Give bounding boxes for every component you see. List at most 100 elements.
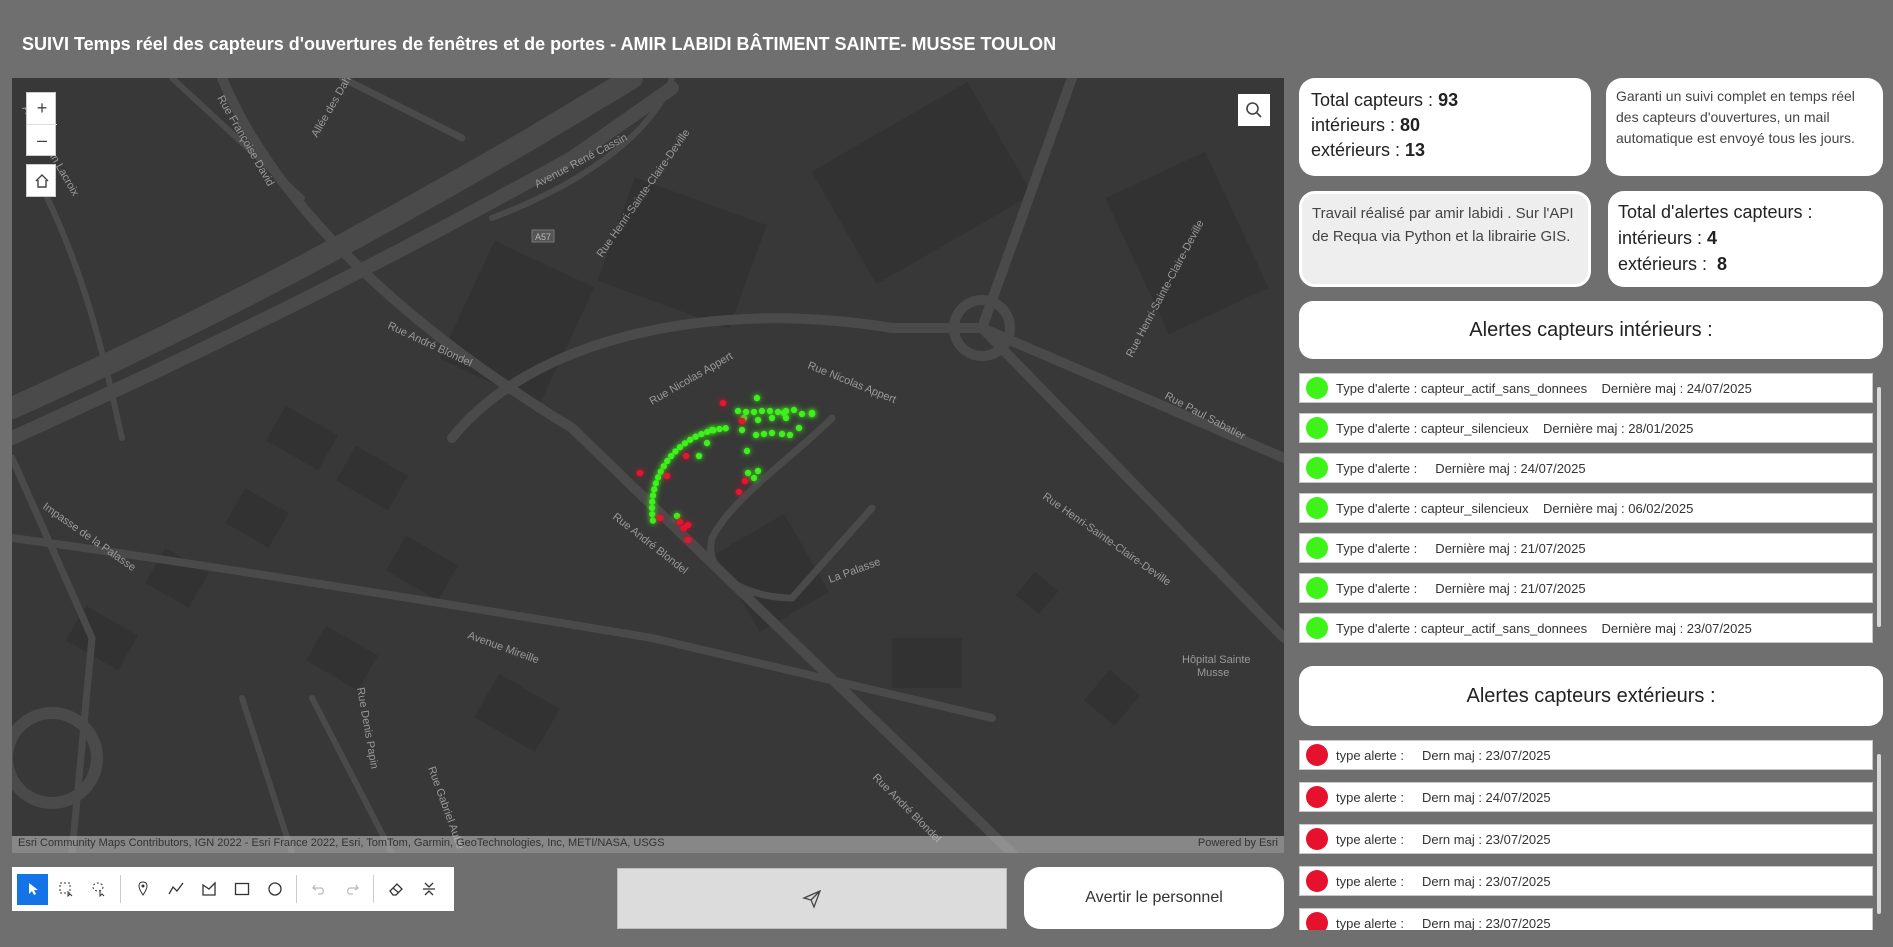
- eraser-tool[interactable]: [380, 874, 411, 905]
- sensor-ok-point[interactable]: [752, 431, 760, 439]
- sensor-ok-point[interactable]: [652, 480, 660, 487]
- sensor-alert-point[interactable]: [663, 472, 671, 480]
- sensor-ok-point[interactable]: [703, 439, 711, 447]
- sensor-ok-point[interactable]: [708, 426, 716, 434]
- sensor-ok-point[interactable]: [753, 394, 761, 402]
- sensor-ok-point[interactable]: [790, 406, 798, 414]
- sensor-alert-point[interactable]: [741, 477, 749, 485]
- sensor-ok-point[interactable]: [795, 424, 803, 432]
- interior-label: intérieurs :: [1311, 115, 1401, 135]
- sensor-ok-point[interactable]: [649, 511, 656, 518]
- alert-row[interactable]: Type d'alerte : capteur_actif_sans_donne…: [1299, 613, 1873, 643]
- sensor-ok-point[interactable]: [808, 410, 816, 418]
- sensor-ok-point[interactable]: [734, 407, 742, 415]
- sensor-ok-point[interactable]: [692, 433, 699, 440]
- sensor-ok-point[interactable]: [722, 425, 729, 432]
- sensor-ok-point[interactable]: [716, 425, 723, 433]
- alert-row[interactable]: type alerte : Dern maj : 23/07/2025: [1299, 866, 1873, 896]
- redo-tool[interactable]: [336, 874, 367, 905]
- sensor-alert-point[interactable]: [684, 521, 692, 529]
- polyline-tool[interactable]: [160, 874, 191, 905]
- sensor-ok-point[interactable]: [760, 430, 768, 438]
- alert-row[interactable]: Type d'alerte : capteur_silencieux Derni…: [1299, 413, 1873, 443]
- sensor-ok-point[interactable]: [780, 409, 788, 417]
- rectangle-select-tool[interactable]: [50, 874, 81, 905]
- alert-row[interactable]: Type d'alerte : Dernière maj : 24/07/202…: [1299, 453, 1873, 483]
- collapse-tool[interactable]: [413, 874, 444, 905]
- sensor-alert-point[interactable]: [735, 488, 743, 496]
- sensor-ok-point[interactable]: [649, 517, 657, 524]
- alert-row-text: type alerte : Dern maj : 24/07/2025: [1336, 789, 1551, 805]
- sensor-ok-point[interactable]: [649, 492, 657, 499]
- sensor-alert-point[interactable]: [656, 514, 664, 522]
- warn-staff-button[interactable]: Avertir le personnel: [1024, 867, 1284, 929]
- search-button[interactable]: [1238, 94, 1270, 126]
- sensor-ok-point[interactable]: [660, 463, 667, 470]
- sensor-ok-point[interactable]: [786, 431, 794, 439]
- sensor-ok-point[interactable]: [750, 408, 758, 416]
- alert-row[interactable]: Type d'alerte : Dernière maj : 21/07/202…: [1299, 573, 1873, 603]
- zoom-out-button[interactable]: –: [27, 124, 57, 155]
- home-button[interactable]: [27, 165, 57, 196]
- sensor-ok-point[interactable]: [768, 414, 776, 422]
- sensor-ok-point[interactable]: [754, 416, 762, 424]
- sensor-ok-point[interactable]: [744, 469, 752, 477]
- lasso-select-tool[interactable]: [83, 874, 114, 905]
- sensor-ok-point[interactable]: [743, 447, 751, 455]
- sensor-ok-point[interactable]: [657, 468, 664, 475]
- alert-row[interactable]: type alerte : Dern maj : 24/07/2025: [1299, 782, 1873, 812]
- send-button[interactable]: [617, 868, 1007, 929]
- sensor-ok-point[interactable]: [738, 426, 746, 434]
- sensor-ok-point[interactable]: [798, 410, 806, 418]
- alert-row[interactable]: Type d'alerte : capteur_actif_sans_donne…: [1299, 373, 1873, 403]
- select-pointer-tool[interactable]: [17, 873, 48, 905]
- redo-icon: [346, 884, 359, 895]
- exterior-alerts-list[interactable]: type alerte : Dern maj : 23/07/2025 type …: [1299, 740, 1883, 930]
- sensor-ok-point[interactable]: [768, 429, 776, 437]
- scrollbar[interactable]: [1875, 740, 1883, 930]
- sensor-ok-point[interactable]: [778, 430, 786, 438]
- lasso-select-icon: [92, 882, 104, 897]
- sensor-alert-point[interactable]: [719, 399, 727, 407]
- alert-row[interactable]: Type d'alerte : capteur_silencieux Derni…: [1299, 493, 1873, 523]
- alert-exterior-value: 8: [1717, 254, 1728, 274]
- sensor-ok-point[interactable]: [750, 474, 758, 482]
- sensor-layer[interactable]: [12, 78, 1284, 853]
- circle-tool[interactable]: [259, 874, 290, 905]
- sensor-alert-point[interactable]: [682, 452, 690, 460]
- powered-by-link[interactable]: Powered by Esri: [1198, 837, 1278, 852]
- sensor-ok-point[interactable]: [649, 498, 656, 505]
- alert-row[interactable]: type alerte : Dern maj : 23/07/2025: [1299, 824, 1873, 854]
- sensor-alert-point[interactable]: [676, 518, 684, 526]
- map-view[interactable]: Avenue René Cassin Rue Henri-Sainte-Clai…: [12, 78, 1284, 853]
- sensor-ok-point[interactable]: [648, 504, 656, 512]
- sensor-ok-point[interactable]: [774, 408, 782, 416]
- sensor-ok-point[interactable]: [687, 436, 694, 443]
- alert-row-text: Type d'alerte : Dernière maj : 21/07/202…: [1336, 580, 1586, 596]
- sensor-ok-point[interactable]: [742, 408, 750, 416]
- interior-alerts-list[interactable]: Type d'alerte : capteur_actif_sans_donne…: [1299, 373, 1883, 645]
- alert-row[interactable]: type alerte : Dern maj : 23/07/2025: [1299, 908, 1873, 930]
- sensor-alert-point[interactable]: [738, 417, 746, 425]
- sensor-ok-point[interactable]: [698, 430, 705, 438]
- sensor-ok-point[interactable]: [758, 407, 766, 415]
- point-tool[interactable]: [127, 874, 158, 905]
- sensor-ok-point[interactable]: [651, 486, 658, 493]
- sensor-ok-point[interactable]: [766, 407, 774, 415]
- zoom-in-button[interactable]: +: [27, 93, 57, 124]
- alert-row[interactable]: type alerte : Dern maj : 23/07/2025: [1299, 740, 1873, 770]
- polygon-tool[interactable]: [193, 874, 224, 905]
- scrollbar[interactable]: [1875, 373, 1883, 645]
- alert-totals-title: Total d'alertes capteurs :: [1618, 202, 1813, 222]
- rectangle-tool[interactable]: [226, 874, 257, 905]
- sensor-ok-point[interactable]: [673, 512, 681, 520]
- undo-tool[interactable]: [303, 874, 334, 905]
- sensor-alert-point[interactable]: [684, 536, 692, 544]
- sensor-ok-point[interactable]: [695, 452, 703, 460]
- alert-row[interactable]: Type d'alerte : Dernière maj : 21/07/202…: [1299, 533, 1873, 563]
- sensor-ok-point[interactable]: [754, 467, 762, 475]
- sensor-ok-point[interactable]: [681, 440, 689, 447]
- sensor-alert-point[interactable]: [636, 469, 644, 477]
- sensor-ok-point[interactable]: [654, 474, 662, 481]
- alert-row-text: Type d'alerte : capteur_actif_sans_donne…: [1336, 620, 1752, 636]
